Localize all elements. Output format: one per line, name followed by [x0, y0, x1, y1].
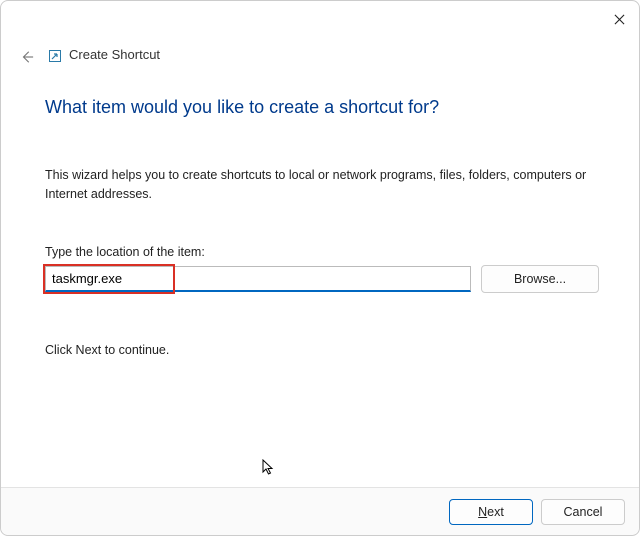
continue-text: Click Next to continue.: [45, 343, 599, 357]
cancel-button[interactable]: Cancel: [541, 499, 625, 525]
create-shortcut-wizard: Create Shortcut What item would you like…: [0, 0, 640, 536]
location-row: Browse...: [45, 265, 599, 293]
location-input[interactable]: [45, 266, 471, 292]
back-button[interactable]: [17, 47, 37, 67]
close-button[interactable]: [605, 5, 633, 33]
shortcut-icon: [49, 50, 61, 62]
location-input-wrapper: [45, 266, 471, 292]
close-icon: [614, 14, 625, 25]
next-button[interactable]: Next: [449, 499, 533, 525]
location-label: Type the location of the item:: [45, 245, 599, 259]
wizard-heading: What item would you like to create a sho…: [45, 97, 599, 118]
wizard-description: This wizard helps you to create shortcut…: [45, 166, 599, 205]
window-title: Create Shortcut: [69, 47, 160, 62]
wizard-content: What item would you like to create a sho…: [45, 97, 599, 357]
wizard-footer: Next Cancel: [1, 487, 639, 535]
mouse-cursor-icon: [262, 459, 276, 482]
browse-button[interactable]: Browse...: [481, 265, 599, 293]
back-arrow-icon: [20, 50, 34, 64]
